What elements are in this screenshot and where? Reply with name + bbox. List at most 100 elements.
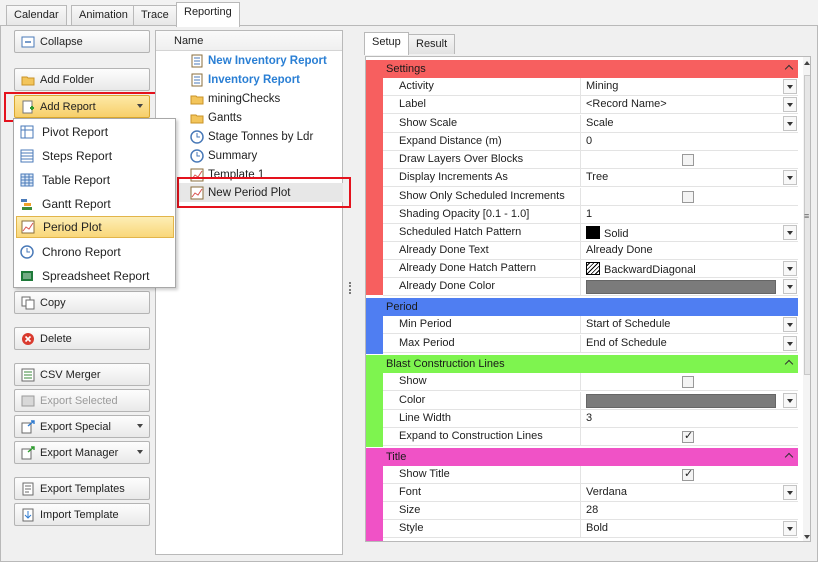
chevron-up-icon: [784, 359, 794, 369]
prop-row-show-only-scheduled[interactable]: Show Only Scheduled Increments: [383, 188, 798, 206]
dropdown-button[interactable]: [783, 170, 797, 185]
property-grid-scrollbar[interactable]: ≡: [803, 57, 810, 541]
splitter-handle[interactable]: [349, 282, 351, 294]
prop-row-expand-to-construction-lines[interactable]: Expand to Construction Lines: [383, 428, 798, 446]
prop-row-already-done-text[interactable]: Already Done Text Already Done: [383, 242, 798, 260]
prop-row-color[interactable]: Color: [383, 392, 798, 410]
prop-row-already-done-hatch[interactable]: Already Done Hatch Pattern BackwardDiago…: [383, 260, 798, 278]
dropdown-button[interactable]: [783, 393, 797, 408]
prop-value[interactable]: Bold: [582, 520, 798, 538]
show-title-checkbox[interactable]: [682, 467, 694, 481]
prop-value[interactable]: Mining: [582, 78, 798, 96]
prop-value[interactable]: Verdana: [582, 484, 798, 502]
import-template-icon: [21, 508, 35, 522]
prop-row-size[interactable]: Size 28: [383, 502, 798, 520]
prop-value[interactable]: Solid: [582, 224, 798, 242]
prop-value[interactable]: [582, 278, 798, 296]
tab-setup[interactable]: Setup: [364, 32, 409, 55]
menu-item-table-report[interactable]: Table Report: [16, 169, 174, 191]
dropdown-button[interactable]: [783, 79, 797, 94]
prop-value[interactable]: Start of Schedule: [582, 316, 798, 334]
category-blast-construction-lines[interactable]: Blast Construction Lines: [366, 355, 798, 373]
tab-reporting[interactable]: Reporting: [176, 2, 240, 27]
dropdown-button[interactable]: [783, 97, 797, 112]
export-templates-button[interactable]: Export Templates: [14, 477, 150, 500]
csv-merger-button[interactable]: CSV Merger: [14, 363, 150, 386]
prop-row-shading-opacity[interactable]: Shading Opacity [0.1 - 1.0] 1: [383, 206, 798, 224]
add-folder-button[interactable]: Add Folder: [14, 68, 150, 91]
collapse-button[interactable]: Collapse: [14, 30, 150, 53]
add-report-button[interactable]: Add Report: [14, 95, 150, 118]
export-manager-button[interactable]: Export Manager: [14, 441, 150, 464]
tree-item-miningchecks[interactable]: miningChecks: [190, 89, 280, 108]
tab-animation[interactable]: Animation: [71, 5, 136, 26]
prop-row-min-period[interactable]: Min Period Start of Schedule: [383, 316, 798, 334]
delete-button[interactable]: Delete: [14, 327, 150, 350]
menu-item-steps-report[interactable]: Steps Report: [16, 145, 174, 167]
dropdown-button[interactable]: [783, 261, 797, 276]
dropdown-button[interactable]: [783, 485, 797, 500]
prop-value[interactable]: Already Done: [582, 242, 798, 260]
show-checkbox[interactable]: [682, 376, 694, 388]
prop-value[interactable]: 0: [582, 133, 798, 151]
tree-item-summary[interactable]: Summary: [190, 146, 257, 165]
prop-value[interactable]: Tree: [582, 169, 798, 187]
tree-item-label: New Inventory Report: [208, 54, 327, 67]
prop-row-expand-distance[interactable]: Expand Distance (m) 0: [383, 133, 798, 151]
tree-item-new-period-plot[interactable]: New Period Plot: [178, 183, 343, 202]
scroll-up-icon[interactable]: [804, 61, 810, 65]
prop-row-draw-layers[interactable]: Draw Layers Over Blocks: [383, 151, 798, 169]
category-settings[interactable]: Settings: [366, 60, 798, 78]
menu-item-chrono-report[interactable]: Chrono Report: [16, 241, 174, 263]
prop-value[interactable]: [582, 392, 798, 410]
prop-value[interactable]: 3: [582, 410, 798, 428]
dropdown-button[interactable]: [783, 336, 797, 351]
prop-row-label[interactable]: Label <Record Name>: [383, 96, 798, 114]
dropdown-button[interactable]: [783, 279, 797, 294]
menu-item-period-plot[interactable]: Period Plot: [16, 216, 174, 238]
tab-result[interactable]: Result: [408, 34, 456, 54]
prop-row-already-done-color[interactable]: Already Done Color: [383, 278, 798, 296]
tree-item-template-1[interactable]: Template 1: [190, 165, 264, 184]
draw-layers-checkbox[interactable]: [682, 154, 694, 166]
prop-value[interactable]: BackwardDiagonal: [582, 260, 798, 278]
category-period[interactable]: Period: [366, 298, 798, 316]
tree-item-new-inventory-report[interactable]: New Inventory Report: [190, 51, 327, 70]
tree-item-stage-tonnes[interactable]: Stage Tonnes by Ldr: [190, 127, 313, 146]
scrollbar-thumb[interactable]: [804, 75, 810, 375]
prop-row-show-scale[interactable]: Show Scale Scale: [383, 115, 798, 133]
tree-item-inventory-report[interactable]: Inventory Report: [190, 70, 300, 89]
dropdown-button[interactable]: [783, 225, 797, 240]
prop-value[interactable]: 1: [582, 206, 798, 224]
prop-row-font[interactable]: Font Verdana: [383, 484, 798, 502]
export-selected-button[interactable]: Export Selected: [14, 389, 150, 412]
copy-button[interactable]: Copy: [14, 291, 150, 314]
tab-calendar[interactable]: Calendar: [6, 5, 67, 26]
export-special-button[interactable]: Export Special: [14, 415, 150, 438]
prop-row-scheduled-hatch[interactable]: Scheduled Hatch Pattern Solid: [383, 224, 798, 242]
prop-value[interactable]: <Record Name>: [582, 96, 798, 114]
prop-value[interactable]: 28: [582, 502, 798, 520]
prop-row-style[interactable]: Style Bold: [383, 520, 798, 538]
category-title-section[interactable]: Title: [366, 448, 798, 466]
prop-value[interactable]: Scale: [582, 115, 798, 133]
menu-item-gantt-report[interactable]: Gantt Report: [16, 193, 174, 215]
dropdown-button[interactable]: [783, 116, 797, 131]
prop-row-display-increments[interactable]: Display Increments As Tree: [383, 169, 798, 187]
prop-row-show-title[interactable]: Show Title: [383, 466, 798, 484]
show-only-scheduled-checkbox[interactable]: [682, 191, 694, 203]
tree-item-gantts[interactable]: Gantts: [190, 108, 242, 127]
prop-row-line-width[interactable]: Line Width 3: [383, 410, 798, 428]
dropdown-button[interactable]: [783, 317, 797, 332]
prop-row-max-period[interactable]: Max Period End of Schedule: [383, 335, 798, 353]
dropdown-button[interactable]: [783, 521, 797, 536]
tab-trace[interactable]: Trace: [133, 5, 177, 26]
prop-value[interactable]: End of Schedule: [582, 335, 798, 353]
menu-item-pivot-report[interactable]: Pivot Report: [16, 121, 174, 143]
prop-row-activity[interactable]: Activity Mining: [383, 78, 798, 96]
menu-item-spreadsheet-report[interactable]: Spreadsheet Report: [16, 265, 174, 287]
prop-row-show[interactable]: Show: [383, 373, 798, 391]
expand-construction-checkbox[interactable]: [682, 429, 694, 443]
scroll-down-icon[interactable]: [804, 535, 810, 539]
import-template-button[interactable]: Import Template: [14, 503, 150, 526]
